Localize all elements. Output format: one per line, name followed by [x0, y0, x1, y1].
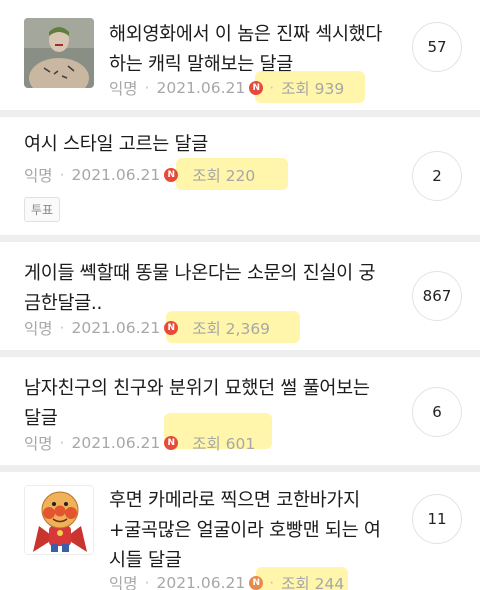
- post-title[interactable]: 여시 스타일 고르는 달글: [24, 130, 208, 160]
- post-date: 2021.06.21: [71, 434, 161, 452]
- comment-count[interactable]: 6: [412, 387, 462, 437]
- view-count: 조회 244: [281, 575, 345, 590]
- new-badge-icon: N: [164, 168, 179, 182]
- new-badge-icon: N: [249, 576, 264, 590]
- author-label: 익명: [24, 435, 53, 453]
- post-card[interactable]: 게이들 쎽할때 똥물 나온다는 소문의 진실이 궁 금한달글.. 익명 · 20…: [0, 242, 480, 350]
- author-label: 익명: [109, 575, 138, 590]
- post-meta: 익명 · 2021.06.21 N 조회 2,369: [24, 316, 270, 340]
- view-count: 조회 220: [192, 167, 256, 185]
- new-badge-icon: N: [164, 321, 179, 335]
- view-count: 조회 601: [192, 435, 256, 453]
- separator-dot: ·: [144, 574, 150, 590]
- post-meta: 익명 · 2021.06.21 N 조회 220: [24, 163, 255, 187]
- separator-dot: ·: [59, 166, 65, 184]
- post-card[interactable]: 해외영화에서 이 놈은 진짜 섹시했다 하는 캐릭 말해보는 달글 익명 · 2…: [0, 0, 480, 110]
- post-feed: 해외영화에서 이 놈은 진짜 섹시했다 하는 캐릭 말해보는 달글 익명 · 2…: [0, 0, 480, 590]
- author-label: 익명: [24, 167, 53, 185]
- post-card[interactable]: 후면 카메라로 찍으면 코한바가지 +굴곡많은 얼굴이라 호빵맨 되는 여 시들…: [0, 472, 480, 590]
- separator-dot: ·: [59, 319, 65, 337]
- comment-count[interactable]: 867: [412, 271, 462, 321]
- separator-dot: ·: [269, 79, 275, 97]
- post-date: 2021.06.21: [71, 166, 161, 184]
- post-meta: 익명 · 2021.06.21 N · 조회 244: [109, 571, 344, 590]
- view-count: 조회 939: [281, 80, 345, 98]
- post-meta: 익명 · 2021.06.21 N · 조회 939: [109, 76, 344, 100]
- anpanman-illustration-icon: [25, 486, 93, 554]
- comment-count[interactable]: 57: [412, 22, 462, 72]
- post-card[interactable]: 남자친구의 친구와 분위기 묘했던 썰 풀어보는 달글 익명 · 2021.06…: [0, 357, 480, 465]
- post-title[interactable]: 남자친구의 친구와 분위기 묘했던 썰 풀어보는: [24, 374, 370, 404]
- comment-count[interactable]: 11: [412, 494, 462, 544]
- separator-dot: ·: [144, 79, 150, 97]
- post-date: 2021.06.21: [71, 319, 161, 337]
- comment-count[interactable]: 2: [412, 151, 462, 201]
- post-thumbnail[interactable]: [24, 18, 94, 88]
- post-card[interactable]: 여시 스타일 고르는 달글 익명 · 2021.06.21 N 조회 220 투…: [0, 117, 480, 235]
- new-badge-icon: N: [164, 436, 179, 450]
- separator-dot: ·: [269, 574, 275, 590]
- separator-dot: ·: [59, 434, 65, 452]
- post-title[interactable]: 게이들 쎽할때 똥물 나온다는 소문의 진실이 궁: [24, 259, 375, 289]
- poll-tag: 투표: [24, 197, 61, 222]
- post-thumbnail[interactable]: [24, 485, 94, 555]
- view-count: 조회 2,369: [192, 320, 271, 338]
- post-title[interactable]: 후면 카메라로 찍으면 코한바가지: [109, 486, 381, 516]
- post-meta: 익명 · 2021.06.21 N 조회 601: [24, 431, 255, 455]
- post-date: 2021.06.21: [156, 574, 246, 590]
- post-date: 2021.06.21: [156, 79, 246, 97]
- post-title[interactable]: 해외영화에서 이 놈은 진짜 섹시했다: [109, 20, 382, 50]
- post-title[interactable]: +굴곡많은 얼굴이라 호빵맨 되는 여: [109, 516, 381, 546]
- author-label: 익명: [109, 80, 138, 98]
- new-badge-icon: N: [249, 81, 264, 95]
- joker-photo-icon: [24, 18, 94, 88]
- author-label: 익명: [24, 320, 53, 338]
